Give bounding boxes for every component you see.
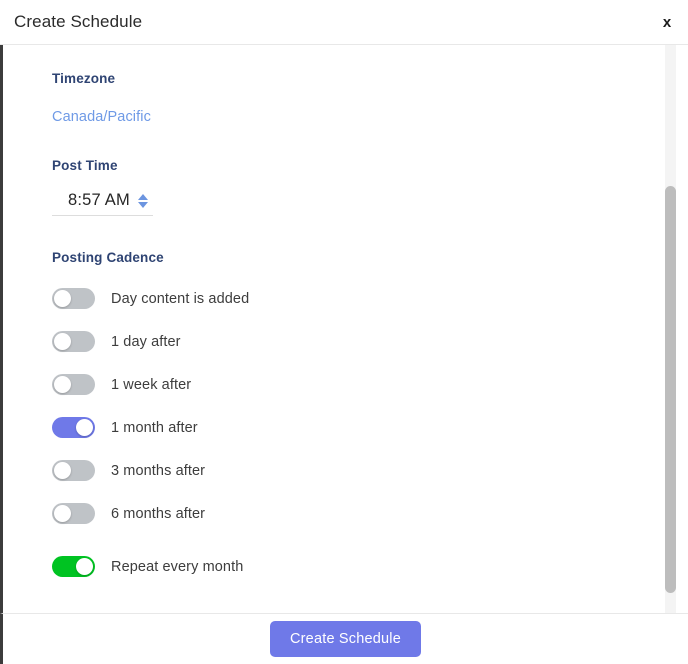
cadence-label: 3 months after [111,462,206,479]
cadence-label: Day content is added [111,290,250,307]
cadence-row: 6 months after [52,492,688,535]
toggle-knob [54,376,71,393]
cadence-row-repeat: Repeat every month [52,545,688,588]
vertical-scrollbar-track[interactable] [665,45,676,613]
posting-cadence-list: Day content is added 1 day after 1 week … [52,277,688,588]
close-icon[interactable]: x [657,12,677,32]
toggle-repeat-every-month[interactable] [52,556,95,577]
post-time-input[interactable]: 8:57 AM [52,189,135,212]
toggle-day-content-is-added[interactable] [52,288,95,309]
create-schedule-button[interactable]: Create Schedule [269,621,421,657]
dialog-footer: Create Schedule [0,613,688,664]
timezone-section: Timezone Canada/Pacific [52,71,688,126]
cadence-label: 1 month after [111,419,198,436]
timezone-label: Timezone [52,71,116,86]
dialog-header: Create Schedule x [0,0,688,45]
toggle-3-months-after[interactable] [52,460,95,481]
dialog-title: Create Schedule [14,12,143,31]
post-time-input-wrapper: 8:57 AM [52,189,153,216]
caret-up-icon[interactable] [138,193,148,200]
toggle-1-week-after[interactable] [52,374,95,395]
caret-down-icon[interactable] [138,201,148,208]
cadence-label: 1 day after [111,333,181,350]
post-time-section: Post Time 8:57 AM [52,158,688,216]
toggle-1-month-after[interactable] [52,417,95,438]
toggle-6-months-after[interactable] [52,503,95,524]
posting-cadence-section: Posting Cadence Day content is added 1 d… [52,250,688,588]
cadence-row: Day content is added [52,277,688,320]
cadence-row: 1 week after [52,363,688,406]
cadence-label: 1 week after [111,376,192,393]
cadence-row: 1 day after [52,320,688,363]
timezone-value[interactable]: Canada/Pacific [52,109,151,125]
vertical-scrollbar-thumb[interactable] [665,186,676,593]
toggle-knob [54,333,71,350]
toggle-knob [54,290,71,307]
dialog-body: Timezone Canada/Pacific Post Time 8:57 A… [0,45,688,613]
toggle-knob [54,462,71,479]
post-time-stepper[interactable] [135,190,151,212]
cadence-label: 6 months after [111,505,206,522]
cadence-row: 3 months after [52,449,688,492]
repeat-label: Repeat every month [111,558,244,575]
posting-cadence-label: Posting Cadence [52,250,164,265]
create-schedule-dialog: Create Schedule x Timezone Canada/Pacifi… [0,0,688,664]
post-time-label: Post Time [52,158,118,173]
cadence-row: 1 month after [52,406,688,449]
toggle-knob [54,505,71,522]
toggle-1-day-after[interactable] [52,331,95,352]
toggle-knob [76,558,93,575]
toggle-knob [76,419,93,436]
